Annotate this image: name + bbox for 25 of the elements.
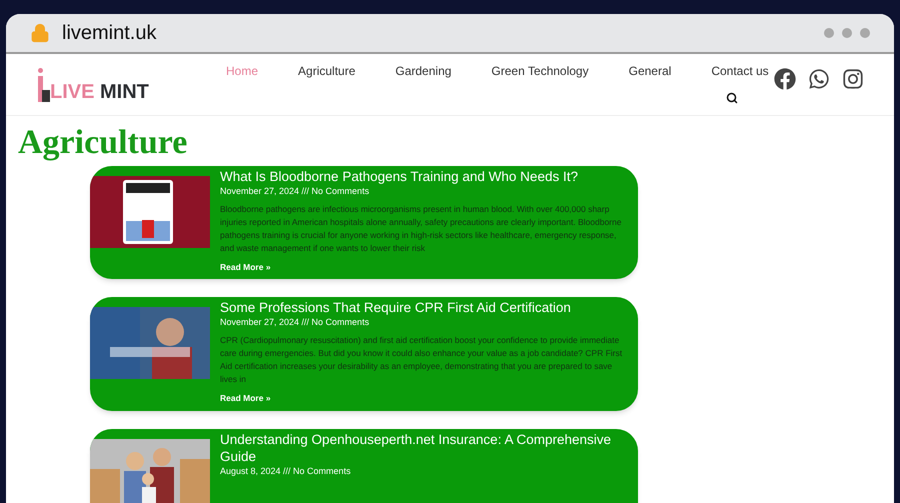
post-meta: November 27, 2024 /// No Comments <box>220 316 370 330</box>
nav-link[interactable]: Agriculture <box>298 62 356 80</box>
nav-link[interactable]: Green Technology <box>491 62 589 80</box>
post-title[interactable]: Some Professions That Require CPR First Aid Certification <box>220 299 628 316</box>
post-title[interactable]: What Is Bloodborne Pathogens Training and Who Needs It? <box>220 168 628 185</box>
instagram-icon[interactable] <box>842 68 864 90</box>
search-icon[interactable] <box>726 92 738 104</box>
post-excerpt: Bloodborne pathogens are infectious microorganisms present in human blood. With over 400,000 sharp injuries reported in American hospitals alone annually, safety precautions are clearly important. Bloodborne pathogens training is crucial for anyone working in high-risk sectors like healthcare, emergency response, and waste management if one wants to lower their risk <box>220 202 622 254</box>
read-more-link[interactable]: Read More » <box>220 392 628 404</box>
whatsapp-icon[interactable] <box>808 68 830 90</box>
site-logo[interactable]: LIVE MINT <box>36 68 226 102</box>
post-meta: November 27, 2024 /// No Comments <box>220 185 370 198</box>
logo-mark-icon <box>36 68 50 102</box>
post-meta: August 8, 2024 /// No Comments <box>220 464 352 478</box>
post-title[interactable]: Understanding Openhouseperth.net Insurance: A Comprehensive Guide <box>220 430 628 464</box>
logo-text: LIVE MINT <box>50 82 149 102</box>
page-heading: Agriculture <box>18 126 188 160</box>
nav-link[interactable]: General <box>628 62 672 80</box>
facebook-icon[interactable] <box>774 68 796 90</box>
read-more-link[interactable]: Read More » <box>220 260 628 274</box>
nav-link[interactable]: Gardening <box>395 62 452 80</box>
post-excerpt: CPR (Cardiopulmonary resuscitation) and first aid certification boost your confidence to provide immediate care during emergencies. But did you know it could also enhance your value as a job candidate? CPR First Aid certification increases your desirability as an employee, demonstrating that you are prepared to save lives in <box>220 334 624 386</box>
address-text: livemint.uk <box>62 21 156 46</box>
nav-link[interactable]: Contact us <box>711 62 769 80</box>
lock-icon <box>30 22 50 44</box>
